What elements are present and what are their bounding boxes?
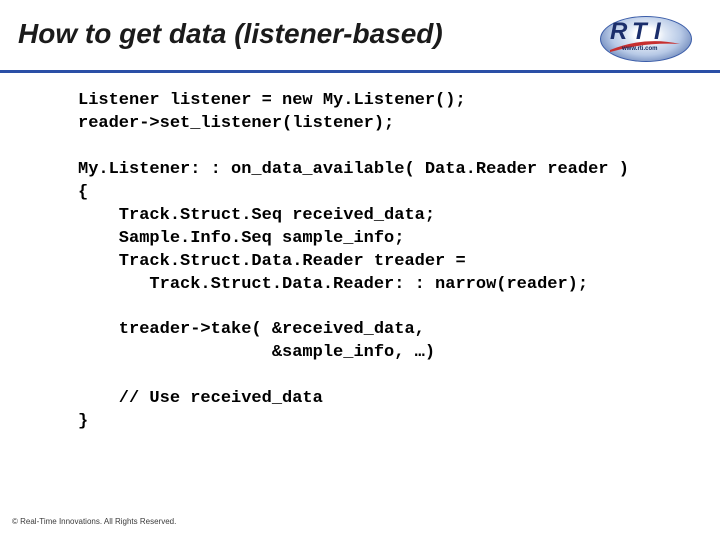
code-line: Track.Struct.Data.Reader treader = <box>78 252 466 271</box>
code-line: } <box>78 412 88 431</box>
slide-title: How to get data (listener-based) <box>18 18 443 50</box>
copyright-text: © Real-Time Innovations. All Rights Rese… <box>12 517 176 526</box>
rti-logo: R T I www.rti.com <box>600 16 690 60</box>
code-line: reader->set_listener(listener); <box>78 114 394 133</box>
code-line: Track.Struct.Seq received_data; <box>78 206 435 225</box>
slide: How to get data (listener-based) R T I w… <box>0 0 720 540</box>
code-line: My.Listener: : on_data_available( Data.R… <box>78 160 629 179</box>
logo-url: www.rti.com <box>622 46 657 52</box>
code-line: Listener listener = new My.Listener(); <box>78 91 466 110</box>
title-bar: How to get data (listener-based) R T I w… <box>0 10 720 73</box>
code-line: &sample_info, …) <box>78 343 435 362</box>
code-line: Track.Struct.Data.Reader: : narrow(reade… <box>78 275 588 294</box>
code-line: Sample.Info.Seq sample_info; <box>78 229 404 248</box>
code-line: // Use received_data <box>78 389 323 408</box>
code-line: { <box>78 183 88 202</box>
code-line: treader->take( &received_data, <box>78 320 425 339</box>
code-block: Listener listener = new My.Listener(); r… <box>78 90 678 434</box>
